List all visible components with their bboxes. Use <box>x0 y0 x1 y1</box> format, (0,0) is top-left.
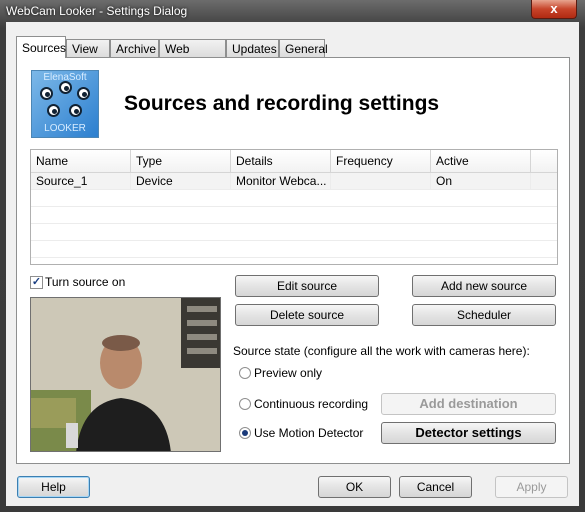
table-row[interactable]: Source_1 Device Monitor Webca... On <box>31 173 557 190</box>
column-header-name[interactable]: Name <box>31 150 131 172</box>
close-icon: x <box>550 1 558 16</box>
cell-type: Device <box>131 173 231 190</box>
radio-preview-only[interactable] <box>239 367 251 379</box>
help-button[interactable]: Help <box>17 476 90 498</box>
cell-name: Source_1 <box>31 173 131 190</box>
cancel-button[interactable]: Cancel <box>399 476 472 498</box>
eye-icon <box>77 87 90 100</box>
delete-source-button[interactable]: Delete source <box>235 304 379 326</box>
empty-table-row <box>31 241 557 258</box>
turn-source-on-label: Turn source on <box>45 275 126 289</box>
title-bar[interactable]: WebCam Looker - Settings Dialog x <box>0 0 585 22</box>
column-header-frequency[interactable]: Frequency <box>331 150 431 172</box>
tab-sources[interactable]: Sources <box>16 36 66 58</box>
empty-table-row <box>31 224 557 241</box>
radio-continuous-recording[interactable] <box>239 398 251 410</box>
turn-source-on-checkbox[interactable]: ✓ <box>30 276 43 289</box>
close-button[interactable]: x <box>531 0 577 19</box>
eye-icon <box>47 104 60 117</box>
edit-source-button[interactable]: Edit source <box>235 275 379 297</box>
column-header-active[interactable]: Active <box>431 150 531 172</box>
empty-table-row <box>31 190 557 207</box>
table-header: Name Type Details Frequency Active <box>31 150 557 173</box>
page-title: Sources and recording settings <box>124 92 440 115</box>
eye-icon <box>59 81 72 94</box>
column-header-details[interactable]: Details <box>231 150 331 172</box>
source-state-label: Source state (configure all the work wit… <box>233 344 530 358</box>
sources-table[interactable]: Name Type Details Frequency Active Sourc… <box>30 149 558 265</box>
apply-button[interactable]: Apply <box>495 476 568 498</box>
scheduler-button[interactable]: Scheduler <box>412 304 556 326</box>
cell-details: Monitor Webca... <box>231 173 331 190</box>
tab-archive[interactable]: Archive <box>110 39 159 57</box>
detector-settings-button[interactable]: Detector settings <box>381 422 556 444</box>
tab-web-server[interactable]: Web server <box>159 39 226 74</box>
add-new-source-button[interactable]: Add new source <box>412 275 556 297</box>
window-title: WebCam Looker - Settings Dialog <box>6 4 188 18</box>
dialog-client-area: Sources View Archive Web server Updates … <box>6 22 579 506</box>
tab-updates[interactable]: Updates <box>226 39 279 57</box>
column-header-type[interactable]: Type <box>131 150 231 172</box>
camera-preview-image <box>31 298 220 451</box>
radio-use-motion-detector[interactable] <box>239 427 251 439</box>
tab-view[interactable]: View <box>66 39 110 57</box>
camera-preview <box>30 297 221 452</box>
tab-general[interactable]: General <box>279 39 328 57</box>
webcam-looker-logo: ElenaSoft LOOKER <box>31 70 99 138</box>
ok-button[interactable]: OK <box>318 476 391 498</box>
preview-only-label: Preview only <box>254 366 323 380</box>
eye-icon <box>69 104 82 117</box>
continuous-recording-label: Continuous recording <box>254 397 369 411</box>
cell-frequency <box>331 173 431 190</box>
add-destination-button[interactable]: Add destination <box>381 393 556 415</box>
empty-table-row <box>31 207 557 224</box>
settings-dialog-window: WebCam Looker - Settings Dialog x Source… <box>0 0 585 512</box>
eye-icon <box>40 87 53 100</box>
use-motion-detector-label: Use Motion Detector <box>254 426 364 440</box>
cell-active: On <box>431 173 531 190</box>
logo-bottom-text: LOOKER <box>44 123 86 134</box>
